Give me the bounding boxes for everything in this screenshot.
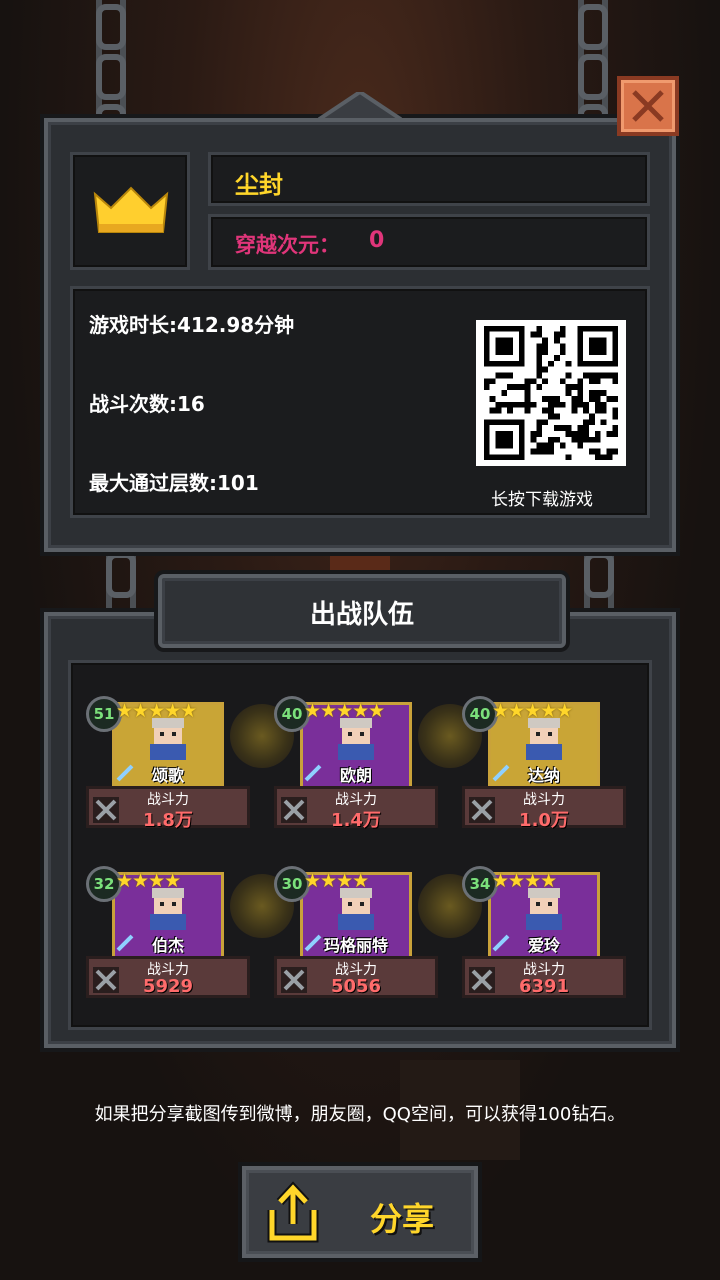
- share-label: 分享: [370, 1200, 435, 1238]
- hero-stars: ★★★★★: [304, 700, 385, 722]
- hero-stars: ★★★★★: [116, 700, 197, 722]
- hero-sprite-icon: [338, 718, 374, 760]
- hero-power-bar: 战斗力 1.8万: [86, 786, 250, 831]
- hero-card[interactable]: 34 ★★★★ 爱玲 战斗力 6391: [462, 866, 626, 1016]
- hero-name: 达纳: [527, 766, 560, 785]
- stat-battle-count: 战斗次数:16: [89, 388, 205, 417]
- stat-value: 16: [177, 392, 205, 416]
- dimension-value: 0: [369, 228, 385, 253]
- stat-max-floor: 最大通过层数:101: [89, 467, 259, 496]
- hero-stars: ★★★★: [304, 870, 369, 892]
- panel-ornament: [318, 92, 402, 120]
- close-icon: [632, 90, 664, 122]
- team-title-tab: 出战队伍: [158, 574, 566, 648]
- hero-name: 欧朗: [339, 766, 372, 785]
- download-qr-code[interactable]: [476, 320, 626, 466]
- stat-play-time: 游戏时长:412.98分钟: [89, 309, 294, 338]
- hero-power-value: 1.8万: [143, 810, 193, 831]
- hero-sprite-icon: [526, 888, 562, 930]
- hero-card[interactable]: 51 ★★★★★ 颂歌 战斗力 1.8万: [86, 696, 250, 846]
- player-name: 尘封: [235, 171, 283, 199]
- hero-sprite-icon: [526, 718, 562, 760]
- hero-sprite-icon: [338, 888, 374, 930]
- qr-code-icon: [483, 325, 619, 461]
- hero-power-bar: 战斗力 1.4万: [274, 786, 438, 831]
- hero-power-bar: 战斗力 5929: [86, 956, 250, 998]
- hero-name: 爱玲: [527, 936, 560, 955]
- hero-card[interactable]: 40 ★★★★★ 欧朗 战斗力 1.4万: [274, 696, 438, 846]
- hero-stars: ★★★★: [492, 870, 557, 892]
- share-upload-icon: [267, 1181, 319, 1243]
- stat-label: 游戏时长:: [89, 313, 177, 337]
- hero-power-value: 6391: [518, 976, 570, 997]
- stat-label: 最大通过层数:: [89, 471, 217, 495]
- crown-icon: [93, 186, 169, 233]
- qr-caption: 长按下载游戏: [491, 490, 593, 510]
- hero-power-value: 1.4万: [331, 810, 381, 831]
- hero-sprite-icon: [150, 888, 186, 930]
- chain-left-top: [96, 0, 126, 150]
- hero-card[interactable]: 40 ★★★★★ 达纳 战斗力 1.0万: [462, 696, 626, 846]
- hero-card[interactable]: 30 ★★★★ 玛格丽特 战斗力 5056: [274, 866, 438, 1016]
- dimension-box: 穿越次元： 0: [208, 214, 650, 270]
- hero-power-bar: 战斗力 5056: [274, 956, 438, 998]
- stat-value: 412.98分钟: [177, 313, 295, 337]
- team-title: 出战队伍: [309, 600, 414, 630]
- hero-power-value: 5929: [142, 976, 194, 997]
- hero-stars: ★★★★: [116, 870, 181, 892]
- hero-name: 玛格丽特: [323, 936, 388, 955]
- hero-name: 伯杰: [151, 936, 184, 955]
- hero-power-bar: 战斗力 1.0万: [462, 786, 626, 831]
- hero-power-value: 1.0万: [519, 810, 569, 831]
- share-button[interactable]: 分享: [242, 1166, 478, 1258]
- chain-right-top: [578, 0, 608, 150]
- hero-sprite-icon: [150, 718, 186, 760]
- stat-label: 战斗次数:: [89, 392, 177, 416]
- dimension-label: 穿越次元：: [235, 233, 340, 257]
- player-name-box: 尘封: [208, 152, 650, 206]
- hero-power-value: 5056: [330, 976, 382, 997]
- hero-name: 颂歌: [151, 766, 184, 785]
- rank-badge-frame: [70, 152, 190, 270]
- share-tip: 如果把分享截图传到微博，朋友圈，QQ空间，可以获得100钻石。: [94, 1104, 626, 1125]
- hero-power-bar: 战斗力 6391: [462, 956, 626, 998]
- stat-value: 101: [217, 471, 259, 495]
- hero-stars: ★★★★★: [492, 700, 573, 722]
- close-button[interactable]: [617, 76, 679, 136]
- hero-card[interactable]: 32 ★★★★ 伯杰 战斗力 5929: [86, 866, 250, 1016]
